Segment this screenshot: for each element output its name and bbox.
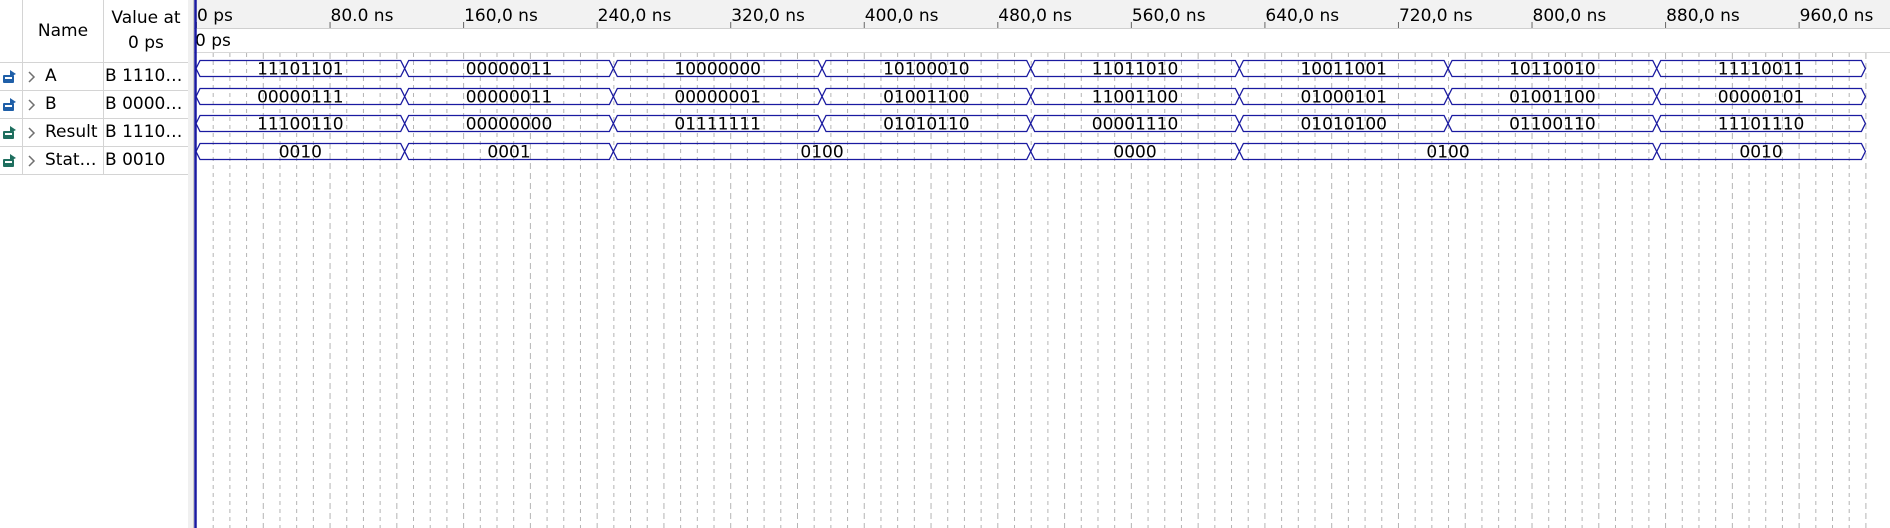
pin-highlight — [5, 105, 12, 107]
bus-value-label: 11001100 — [1092, 88, 1179, 108]
signal-value: B 0010 — [105, 150, 166, 170]
name-column-header[interactable]: Name — [24, 0, 102, 62]
signal-row-status[interactable]: Stat… B 0010 — [0, 147, 188, 174]
input-pin-icon — [1, 68, 18, 85]
time-tick-label: 640,0 ns — [1265, 6, 1339, 26]
time-tick-label: 480,0 ns — [998, 6, 1072, 26]
bus-value-label: 0000 — [1113, 143, 1156, 163]
waveform-canvas[interactable]: 0 ps 80.0 ns 160,0 ns 240,0 ns 320,0 ns 400,0… — [194, 0, 1890, 528]
bus-value-label: 01001100 — [883, 88, 970, 108]
bus-value-label: 01000101 — [1300, 88, 1387, 108]
chevron-stroke — [28, 71, 36, 83]
chevron-glyph — [28, 155, 36, 167]
bus-value-label: 01010110 — [883, 115, 970, 135]
chevron-right-icon[interactable] — [26, 125, 38, 139]
bus-waveform-2[interactable]: 00000111 00000011 00000001 01001100 11001100… — [195, 88, 1867, 108]
bus-value-label: 00000011 — [466, 60, 553, 80]
bus-value-label: 01111111 — [674, 115, 761, 135]
chevron-stroke — [28, 155, 36, 167]
chevron-right-icon[interactable] — [26, 153, 38, 167]
chevron-glyph — [28, 99, 36, 111]
bus-value-label: 11100110 — [257, 115, 344, 135]
signal-value: B 1110… — [105, 66, 183, 86]
signal-name: Stat… — [45, 150, 97, 170]
bus-value-label: 10110010 — [1509, 60, 1596, 80]
bus-value-label: 0100 — [1426, 143, 1469, 163]
bus-value-label: 00000000 — [466, 115, 553, 135]
pin-highlight — [5, 161, 12, 163]
pin-glyph — [3, 70, 16, 83]
signal-name: A — [45, 66, 57, 86]
chevron-stroke — [28, 99, 36, 111]
signal-row-a[interactable]: A B 1110… — [0, 63, 188, 90]
time-tick-label: 560,0 ns — [1132, 6, 1206, 26]
bus-value-label: 11011010 — [1092, 60, 1179, 80]
pin-glyph — [3, 154, 16, 167]
bus-value-label: 01100110 — [1509, 115, 1596, 135]
time-tick-label: 720,0 ns — [1399, 6, 1473, 26]
input-pin-icon — [1, 96, 18, 113]
bus-value-label: 00001110 — [1092, 115, 1179, 135]
chevron-right-icon[interactable] — [26, 69, 38, 83]
pin-glyph — [3, 126, 16, 139]
time-tick-label: 80.0 ns — [331, 6, 394, 26]
signal-list-pane: Name Value at 0 ps A B 1110… B B 0000… R… — [0, 0, 188, 528]
bus-value-label: 01001100 — [1509, 88, 1596, 108]
pin-highlight — [5, 133, 12, 135]
bus-value-label: 11101110 — [1718, 115, 1805, 135]
chevron-glyph — [28, 127, 36, 139]
time-tick-label: 960,0 ns — [1800, 6, 1874, 26]
bus-value-label: 00000011 — [466, 88, 553, 108]
bus-value-label: 10100010 — [883, 60, 970, 80]
signal-row-b[interactable]: B B 0000… — [0, 91, 188, 118]
time-tick-label: 400,0 ns — [865, 6, 939, 26]
time-tick-label: 240,0 ns — [598, 6, 672, 26]
time-tick-label: 320,0 ns — [731, 6, 805, 26]
bus-value-label: 0010 — [279, 143, 322, 163]
bus-value-label: 10011001 — [1300, 60, 1387, 80]
chevron-right-icon[interactable] — [26, 97, 38, 111]
cursor-time-label: 0 ps — [195, 31, 231, 51]
bus-value-label: 11101101 — [257, 60, 344, 80]
pin-highlight — [5, 77, 12, 79]
bus-value-label: 00000001 — [674, 88, 761, 108]
bus-value-label: 0001 — [487, 143, 530, 163]
bus-value-label: 00000111 — [257, 88, 344, 108]
row-divider — [0, 174, 188, 175]
bus-value-label: 01010100 — [1300, 115, 1387, 135]
bus-value-label: 11110011 — [1718, 60, 1805, 80]
signal-name: Result — [45, 122, 98, 142]
pin-glyph — [3, 98, 16, 111]
time-tick-label: 880,0 ns — [1666, 6, 1740, 26]
bus-value-label: 00000101 — [1718, 88, 1805, 108]
bus-value-label: 0010 — [1739, 143, 1782, 163]
bus-value-label: 10000000 — [674, 60, 761, 80]
time-tick-label: 800,0 ns — [1533, 6, 1607, 26]
time-tick-label: 160,0 ns — [464, 6, 538, 26]
signal-name: B — [45, 94, 57, 114]
signal-value: B 1110… — [105, 122, 183, 142]
signal-row-result[interactable]: Result B 1110… — [0, 119, 188, 146]
time-tick-label: 0 ps — [197, 6, 233, 26]
signal-value: B 0000… — [105, 94, 183, 114]
waveform-pane[interactable]: 0 ps 80.0 ns 160,0 ns 240,0 ns 320,0 ns 400,0… — [194, 0, 1890, 528]
output-pin-icon — [1, 152, 18, 169]
chevron-glyph — [28, 71, 36, 83]
output-pin-icon — [1, 124, 18, 141]
value-column-header[interactable]: Value at 0 ps — [104, 0, 188, 62]
chevron-stroke — [28, 127, 36, 139]
bus-value-label: 0100 — [800, 143, 843, 163]
